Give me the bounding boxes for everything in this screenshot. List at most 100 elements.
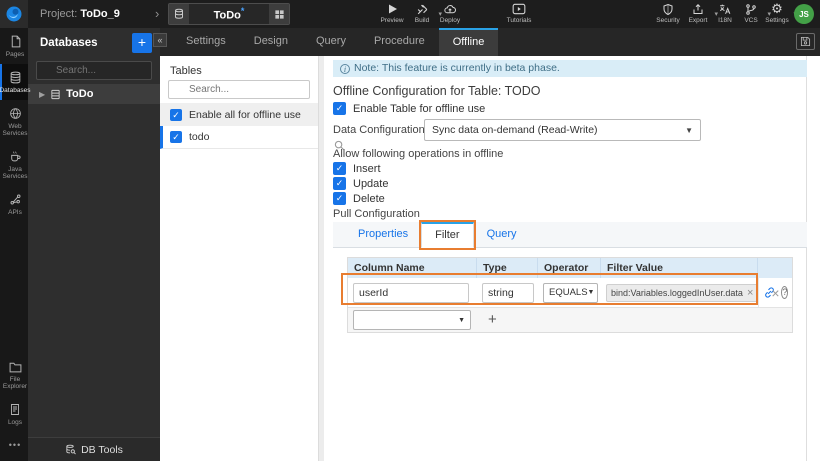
info-icon: i	[340, 64, 350, 74]
data-configuration-value: Sync data on-demand (Read-Write)	[432, 124, 598, 136]
database-icon	[169, 4, 189, 24]
project-name-value: ToDo_9	[80, 8, 120, 20]
wavemaker-logo[interactable]	[0, 0, 28, 28]
sidebar-item-apis[interactable]: APIs	[0, 186, 28, 222]
sidebar-item-file-explorer[interactable]: File Explorer	[0, 354, 28, 396]
gear-icon: ⚙	[771, 1, 783, 16]
operation-insert-row[interactable]: Insert	[333, 162, 381, 175]
database-icon	[9, 71, 22, 84]
remove-chip-icon[interactable]: ×	[747, 287, 753, 299]
sidebar-item-logs[interactable]: Logs	[0, 396, 28, 432]
tables-search-input[interactable]	[168, 80, 310, 99]
filter-value-chip: bind:Variables.loggedInUser.data ×	[606, 283, 759, 302]
tab-procedure[interactable]: Procedure	[360, 28, 439, 56]
checkbox-checked-icon[interactable]	[170, 131, 182, 143]
ellipsis-icon: •••	[8, 440, 22, 450]
filter-table-row: EQUALS ▼ bind:Variables.loggedInUser.dat…	[348, 278, 792, 307]
operator-select[interactable]: EQUALS ▼	[543, 282, 598, 303]
deploy-cloud-icon	[428, 2, 472, 16]
left-icon-rail: Pages Databases Web Services Java Servic…	[0, 28, 31, 461]
enable-table-offline-label: Enable Table for offline use	[353, 102, 486, 115]
beta-note-banner: i Note: This feature is currently in beta…	[333, 60, 807, 77]
user-avatar[interactable]: JS	[794, 4, 814, 24]
col-header-operator: Operator	[538, 258, 601, 278]
databases-search-input[interactable]	[36, 61, 152, 80]
tab-offline[interactable]: Offline	[438, 28, 499, 56]
db-tools-button[interactable]: DB Tools	[28, 437, 160, 461]
sidebar-item-web-services[interactable]: Web Services	[0, 100, 28, 143]
tab-design[interactable]: Design	[240, 28, 302, 56]
add-filter-row-button[interactable]: +	[488, 310, 497, 330]
database-tree-item-todo[interactable]: ▶ ToDo	[28, 84, 160, 104]
beta-note-text: Note: This feature is currently in beta …	[354, 62, 560, 74]
table-row-todo[interactable]: todo	[160, 126, 318, 149]
tab-query-pull[interactable]: Query	[474, 222, 530, 248]
sidebar-item-databases[interactable]: Databases	[0, 64, 31, 100]
chevron-down-icon: ▼	[685, 125, 693, 135]
checkbox-checked-icon[interactable]	[170, 108, 182, 121]
open-artifact-tab[interactable]: ToDo*	[168, 3, 290, 25]
col-header-filter-value: Filter Value	[601, 258, 758, 278]
databases-panel: Databases + ▶ ToDo DB Tools	[28, 28, 160, 461]
pull-configuration-tabs: Properties Filter Query	[333, 222, 807, 248]
new-column-select[interactable]: ▼	[353, 310, 471, 330]
add-database-button[interactable]: +	[132, 33, 152, 53]
tab-properties[interactable]: Properties	[345, 222, 421, 248]
scrollbar-track[interactable]	[806, 56, 807, 461]
artifact-name-text: ToDo	[213, 9, 241, 22]
databases-panel-header: Databases +	[28, 28, 160, 58]
api-nodes-icon	[9, 193, 22, 206]
page-icon	[9, 35, 22, 48]
tab-filter[interactable]: Filter	[421, 222, 474, 248]
filter-table: Column Name Type Operator Filter Value E…	[347, 257, 793, 333]
entity-tab-bar: Settings Design Query Procedure Offline	[160, 28, 820, 56]
delete-row-icon[interactable]: ×	[758, 278, 792, 307]
project-name: Project: ToDo_9	[40, 8, 120, 20]
deploy-label: Deploy	[439, 17, 461, 24]
tables-panel: Tables Enable all for offline use todo	[160, 56, 345, 461]
data-configuration-select[interactable]: Sync data on-demand (Read-Write) ▼	[424, 119, 701, 141]
save-floppy-icon	[800, 36, 811, 47]
sidebar-item-pages[interactable]: Pages	[0, 28, 28, 64]
database-icon	[50, 89, 61, 100]
sidebar-item-more[interactable]: •••	[0, 432, 28, 455]
column-name-input[interactable]	[353, 282, 469, 303]
chevron-right-icon: ›	[155, 6, 160, 21]
video-icon	[497, 2, 541, 16]
operation-update-row[interactable]: Update	[333, 177, 388, 190]
top-bar: Project: ToDo_9 › ToDo* Preview Build ▾ …	[0, 0, 820, 28]
checkbox-checked-icon[interactable]	[333, 177, 346, 190]
db-tools-label: DB Tools	[81, 443, 123, 456]
operation-delete-label: Delete	[353, 192, 385, 205]
save-button[interactable]	[796, 33, 815, 50]
settings-button[interactable]: ⚙ Settings ▾	[755, 1, 799, 24]
expand-caret-icon[interactable]: ▶	[39, 90, 45, 99]
database-item-label: ToDo	[66, 88, 94, 100]
checkbox-checked-icon[interactable]	[333, 192, 346, 205]
operation-delete-row[interactable]: Delete	[333, 192, 385, 205]
sidebar-item-java-services[interactable]: Java Services	[0, 143, 28, 186]
search-icon	[334, 140, 345, 151]
type-input[interactable]	[482, 282, 534, 303]
tutorials-label: Tutorials	[506, 17, 532, 24]
col-header-actions	[758, 258, 792, 278]
tutorials-button[interactable]: Tutorials	[497, 2, 541, 24]
enable-all-offline-row[interactable]: Enable all for offline use	[160, 103, 318, 126]
enable-table-offline-row[interactable]: Enable Table for offline use	[333, 102, 485, 115]
artifact-name: ToDo*	[189, 6, 269, 22]
log-file-icon	[9, 403, 21, 416]
grid-icon[interactable]	[269, 4, 289, 24]
tab-query[interactable]: Query	[302, 28, 360, 56]
operator-value: EQUALS	[549, 287, 588, 298]
checkbox-checked-icon[interactable]	[333, 102, 346, 115]
deploy-button[interactable]: Deploy	[428, 2, 472, 24]
pull-configuration-label: Pull Configuration	[333, 208, 420, 220]
tab-settings[interactable]: Settings	[172, 28, 240, 56]
collapse-panel-button[interactable]: «	[153, 33, 167, 47]
settings-label: Settings	[765, 17, 789, 24]
databases-panel-title: Databases	[40, 37, 98, 49]
page-title: Offline Configuration for Table: TODO	[333, 84, 541, 98]
java-cup-icon	[9, 150, 22, 163]
checkbox-checked-icon[interactable]	[333, 162, 346, 175]
filter-table-add-row: ▼ +	[348, 307, 792, 332]
